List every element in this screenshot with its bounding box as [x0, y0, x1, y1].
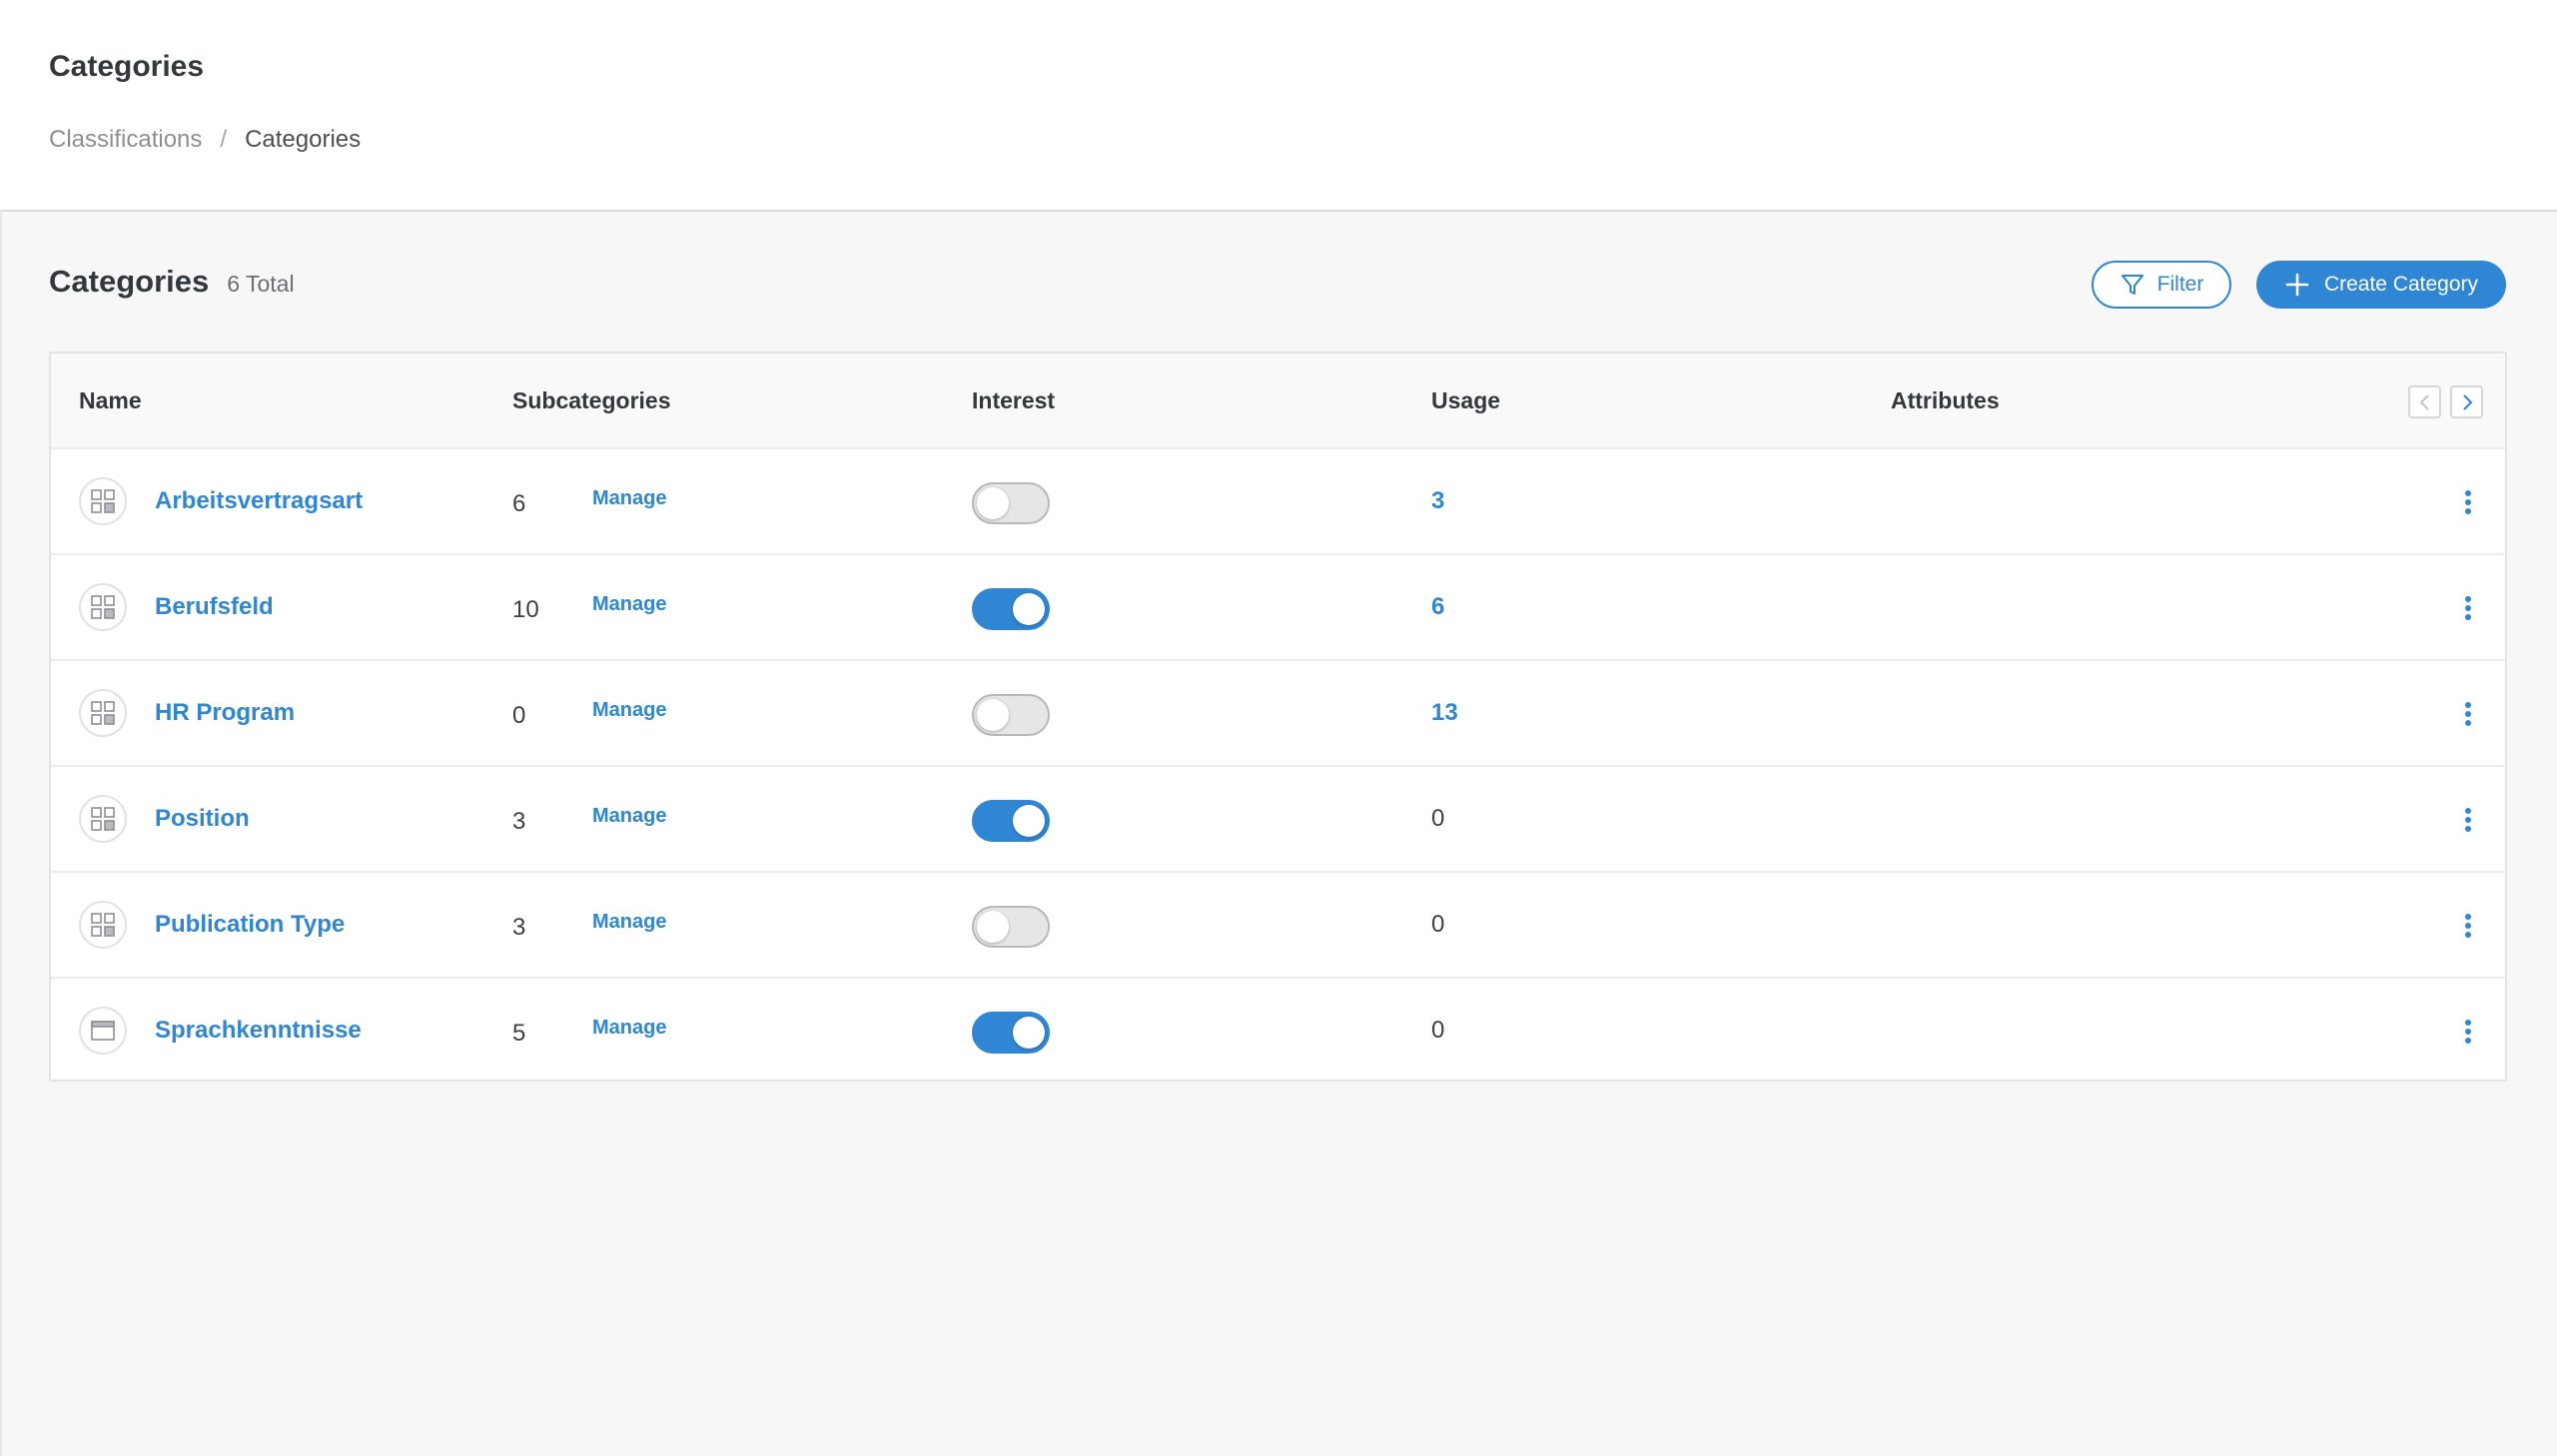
- grid-icon: [91, 595, 115, 619]
- breadcrumb-current: Categories: [245, 126, 362, 153]
- column-header-interest[interactable]: Interest: [972, 387, 1055, 414]
- column-header-usage[interactable]: Usage: [1431, 387, 1500, 414]
- more-options-icon[interactable]: [2458, 1013, 2478, 1051]
- category-icon: [79, 1007, 127, 1055]
- subcategory-count: 3: [512, 914, 526, 941]
- subcategory-count: 6: [512, 490, 526, 517]
- interest-toggle[interactable]: [972, 482, 1050, 524]
- usage-count: 0: [1431, 911, 1445, 938]
- manage-subcategories-link[interactable]: Manage: [592, 593, 666, 616]
- column-header-subcategories[interactable]: Subcategories: [512, 387, 671, 414]
- column-header-name[interactable]: Name: [79, 387, 142, 414]
- category-icon: [79, 477, 127, 525]
- subcategory-count: 5: [512, 1020, 526, 1047]
- usage-count: 0: [1431, 1017, 1445, 1044]
- scroll-left-button[interactable]: [2408, 385, 2441, 418]
- page-title: Categories: [49, 50, 205, 83]
- column-header-attributes[interactable]: Attributes: [1891, 387, 2000, 414]
- grid-icon: [91, 807, 115, 831]
- page-header: Categories Classifications / Categories: [0, 0, 2557, 212]
- toggle-knob: [1013, 1017, 1045, 1049]
- toggle-knob: [1013, 593, 1045, 625]
- interest-toggle[interactable]: [972, 694, 1050, 736]
- create-category-label: Create Category: [2323, 273, 2479, 296]
- toggle-knob: [977, 487, 1009, 519]
- interest-toggle[interactable]: [972, 1012, 1050, 1054]
- table-row: Berufsfeld 10 Manage 6: [51, 555, 2505, 661]
- filter-button-label: Filter: [2156, 273, 2204, 296]
- manage-subcategories-link[interactable]: Manage: [592, 805, 666, 828]
- category-name-link[interactable]: Arbeitsvertragsart: [155, 487, 363, 515]
- interest-toggle[interactable]: [972, 800, 1050, 842]
- filter-button[interactable]: Filter: [2092, 261, 2231, 309]
- category-icon: [79, 901, 127, 949]
- manage-subcategories-link[interactable]: Manage: [592, 1017, 666, 1040]
- manage-subcategories-link[interactable]: Manage: [592, 487, 666, 510]
- more-options-icon[interactable]: [2458, 801, 2478, 839]
- toggle-knob: [977, 699, 1009, 731]
- more-options-icon[interactable]: [2458, 483, 2478, 521]
- category-icon: [79, 689, 127, 737]
- table-row: Arbeitsvertragsart 6 Manage 3: [51, 449, 2505, 555]
- category-name-link[interactable]: Publication Type: [155, 911, 345, 939]
- table-row: Position 3 Manage 0: [51, 767, 2505, 873]
- category-name-link[interactable]: HR Program: [155, 699, 295, 727]
- grid-icon: [91, 701, 115, 725]
- create-category-button[interactable]: Create Category: [2256, 261, 2506, 309]
- more-options-icon[interactable]: [2458, 695, 2478, 733]
- category-name-link[interactable]: Position: [155, 805, 250, 833]
- more-options-icon[interactable]: [2458, 589, 2478, 627]
- interest-toggle[interactable]: [972, 588, 1050, 630]
- left-divider: [0, 213, 2, 1456]
- section-heading: Categories 6 Total: [49, 264, 295, 300]
- toggle-knob: [1013, 805, 1045, 837]
- scroll-right-button[interactable]: [2450, 385, 2483, 418]
- usage-count-link[interactable]: 6: [1431, 593, 1444, 621]
- breadcrumb: Classifications / Categories: [49, 126, 361, 154]
- more-options-icon[interactable]: [2458, 907, 2478, 945]
- filter-icon: [2121, 275, 2143, 295]
- section-title: Categories: [49, 264, 210, 299]
- usage-count-link[interactable]: 3: [1431, 487, 1444, 515]
- table-row: Sprachkenntnisse 5 Manage 0: [51, 979, 2505, 1085]
- usage-count: 0: [1431, 805, 1445, 832]
- chevron-right-icon: [2462, 393, 2472, 410]
- grid-icon: [91, 489, 115, 513]
- table-row: HR Program 0 Manage 13: [51, 661, 2505, 767]
- table-row: Publication Type 3 Manage 0: [51, 873, 2505, 979]
- subcategory-count: 0: [512, 702, 526, 729]
- category-name-link[interactable]: Sprachkenntnisse: [155, 1017, 362, 1045]
- chevron-left-icon: [2419, 393, 2429, 410]
- plus-icon: [2285, 273, 2309, 297]
- subcategory-count: 10: [512, 596, 539, 623]
- manage-subcategories-link[interactable]: Manage: [592, 911, 666, 934]
- window-icon: [91, 1021, 115, 1041]
- usage-count-link[interactable]: 13: [1431, 699, 1458, 727]
- subcategory-count: 3: [512, 808, 526, 835]
- breadcrumb-link-classifications[interactable]: Classifications: [49, 126, 202, 154]
- categories-table: Name Subcategories Interest Usage Attrib…: [49, 352, 2507, 1082]
- interest-toggle[interactable]: [972, 906, 1050, 948]
- total-count: 6 Total: [227, 271, 295, 297]
- breadcrumb-separator: /: [220, 126, 228, 153]
- grid-icon: [91, 913, 115, 937]
- table-header: Name Subcategories Interest Usage Attrib…: [51, 354, 2505, 449]
- category-icon: [79, 795, 127, 843]
- category-icon: [79, 583, 127, 631]
- manage-subcategories-link[interactable]: Manage: [592, 699, 666, 722]
- category-name-link[interactable]: Berufsfeld: [155, 593, 274, 621]
- toggle-knob: [977, 911, 1009, 943]
